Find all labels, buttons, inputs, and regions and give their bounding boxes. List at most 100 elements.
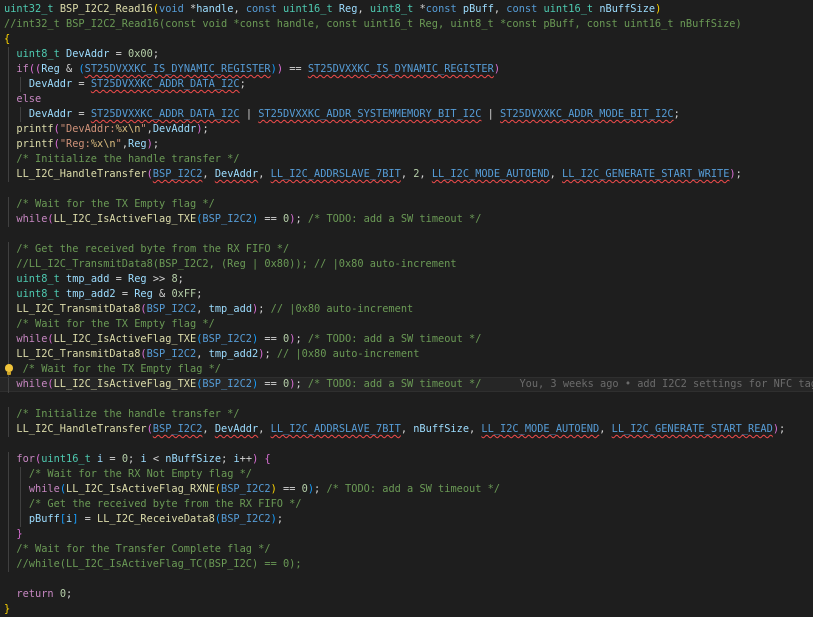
code-line[interactable] — [0, 437, 813, 452]
code-token: , — [202, 423, 215, 435]
code-token: const — [425, 3, 457, 15]
code-token: ; — [196, 288, 203, 300]
code-line[interactable] — [0, 572, 813, 587]
code-line[interactable]: else — [0, 92, 813, 107]
code-token: = — [72, 78, 91, 90]
code-text: LL_I2C_TransmitData8(BSP_I2C2, tmp_add);… — [4, 302, 413, 317]
code-token: ; — [295, 333, 308, 345]
code-token: uint8_t — [369, 3, 414, 15]
code-text: { — [4, 32, 10, 47]
code-token: ; — [152, 48, 160, 60]
code-line[interactable]: LL_I2C_HandleTransfer(BSP_I2C2, DevAddr,… — [0, 422, 813, 437]
code-line[interactable]: //int32_t BSP_I2C2_Read16(const void *co… — [0, 17, 813, 32]
code-line[interactable]: uint8_t tmp_add = Reg >> 8; — [0, 272, 813, 287]
code-line[interactable]: /* Get the received byte from the RX FIF… — [0, 242, 813, 257]
code-line[interactable]: /* Initialize the handle transfer */ — [0, 407, 813, 422]
code-line[interactable]: /* Get the received byte from the RX FIF… — [0, 497, 813, 512]
code-token: , — [469, 423, 482, 435]
code-text: //LL_I2C_TransmitData8(BSP_I2C2, (Reg | … — [4, 257, 456, 272]
code-token: ST25DVXXKC_ADDR_MODE_BIT_I2C — [500, 108, 674, 120]
code-token: ; — [673, 108, 680, 120]
code-token: LL_I2C_HandleTransfer — [16, 423, 147, 435]
code-token: ) — [493, 63, 501, 75]
code-line[interactable]: return 0; — [0, 587, 813, 602]
code-token: return — [16, 588, 54, 600]
code-token: == — [258, 333, 284, 345]
code-editor[interactable]: uint32_t BSP_I2C2_Read16(void *handle, c… — [0, 0, 813, 615]
code-line[interactable]: DevAddr = ST25DVXXKC_ADDR_DATA_I2C | ST2… — [0, 107, 813, 122]
code-line[interactable]: printf("Reg:%x\n",Reg); — [0, 137, 813, 152]
code-token: // |0x80 auto-increment — [276, 348, 420, 360]
code-token: if — [16, 63, 29, 75]
code-token: = — [109, 273, 129, 285]
code-token: ++ — [239, 453, 253, 465]
code-line[interactable]: /* Wait for the Transfer Complete flag *… — [0, 542, 813, 557]
code-token: LL_I2C_ReceiveData8 — [97, 513, 215, 525]
code-token: LL_I2C_MODE_AUTOEND — [481, 423, 600, 435]
code-token: 0x00 — [128, 48, 153, 60]
code-token: ; — [314, 483, 327, 495]
code-token: * — [183, 3, 197, 15]
code-line[interactable]: if((Reg & (ST25DVXXKC_IS_DYNAMIC_REGISTE… — [0, 62, 813, 77]
code-line[interactable]: while(LL_I2C_IsActiveFlag_RXNE(BSP_I2C2)… — [0, 482, 813, 497]
code-line[interactable] — [0, 392, 813, 407]
code-line[interactable]: LL_I2C_HandleTransfer(BSP_I2C2, DevAddr,… — [0, 167, 813, 182]
code-line[interactable]: DevAddr = ST25DVXXKC_ADDR_DATA_I2C; — [0, 77, 813, 92]
code-token: ; — [177, 273, 184, 285]
code-line[interactable] — [0, 182, 813, 197]
code-token: uint16_t — [543, 3, 594, 15]
code-line[interactable]: while(LL_I2C_IsActiveFlag_TXE(BSP_I2C2) … — [0, 332, 813, 347]
code-line[interactable]: //while(LL_I2C_IsActiveFlag_TC(BSP_I2C) … — [0, 557, 813, 572]
code-line[interactable]: /* Wait for the TX Empty flag */ — [0, 362, 813, 377]
code-line[interactable]: uint8_t DevAddr = 0x00; — [0, 47, 813, 62]
code-line[interactable]: while(LL_I2C_IsActiveFlag_TXE(BSP_I2C2) … — [0, 212, 813, 227]
code-line[interactable]: printf("DevAddr:%x\n",DevAddr); — [0, 122, 813, 137]
code-text: /* Wait for the TX Empty flag */ — [4, 362, 221, 377]
code-line[interactable]: /* Initialize the handle transfer */ — [0, 152, 813, 167]
code-line[interactable]: uint32_t BSP_I2C2_Read16(void *handle, c… — [0, 2, 813, 17]
code-line[interactable]: LL_I2C_TransmitData8(BSP_I2C2, tmp_add2)… — [0, 347, 813, 362]
code-token: } — [16, 528, 23, 540]
code-line[interactable]: /* Wait for the TX Empty flag */ — [0, 197, 813, 212]
code-token: = — [115, 288, 135, 300]
code-text: if((Reg & (ST25DVXXKC_IS_DYNAMIC_REGISTE… — [4, 62, 500, 77]
code-line[interactable]: uint8_t tmp_add2 = Reg & 0xFF; — [0, 287, 813, 302]
code-token: ; — [66, 588, 73, 600]
code-token: /* Wait for the Transfer Complete flag *… — [16, 543, 271, 555]
code-token: else — [16, 93, 42, 105]
code-line[interactable]: for(uint16_t i = 0; i < nBuffSize; i++) … — [0, 452, 813, 467]
code-token: LL_I2C_IsActiveFlag_TXE — [53, 333, 197, 345]
code-token: LL_I2C_IsActiveFlag_RXNE — [66, 483, 215, 495]
code-token: printf — [16, 123, 54, 135]
code-line[interactable]: } — [0, 527, 813, 542]
code-line[interactable] — [0, 227, 813, 242]
code-token: /* TODO: add a SW timeout */ — [307, 378, 482, 390]
code-text: while(LL_I2C_IsActiveFlag_RXNE(BSP_I2C2)… — [4, 482, 500, 497]
code-line[interactable]: /* Wait for the RX Not Empty flag */ — [0, 467, 813, 482]
code-text: printf("DevAddr:%x\n",DevAddr); — [4, 122, 208, 137]
code-token: BSP_I2C2 — [152, 423, 203, 435]
code-token: BSP_I2C2 — [221, 513, 271, 525]
code-line[interactable]: pBuff[i] = LL_I2C_ReceiveData8(BSP_I2C2)… — [0, 512, 813, 527]
code-line[interactable]: { — [0, 32, 813, 47]
code-text: /* Wait for the TX Empty flag */ — [4, 197, 214, 212]
code-line[interactable]: LL_I2C_TransmitData8(BSP_I2C2, tmp_add);… — [0, 302, 813, 317]
code-token: tmp_add — [208, 303, 253, 315]
code-token: ST25DVXXKC_ADDR_DATA_I2C — [90, 108, 240, 120]
code-line[interactable]: //LL_I2C_TransmitData8(BSP_I2C2, (Reg | … — [0, 257, 813, 272]
code-line[interactable]: /* Wait for the TX Empty flag */ — [0, 317, 813, 332]
code-line[interactable]: while(LL_I2C_IsActiveFlag_TXE(BSP_I2C2) … — [0, 377, 813, 393]
code-token: uint8_t — [16, 288, 60, 300]
code-text: printf("Reg:%x\n",Reg); — [4, 137, 159, 152]
code-token: = — [103, 453, 122, 465]
code-token: while — [16, 333, 48, 345]
code-token: = — [72, 108, 91, 120]
code-token: , — [357, 3, 370, 15]
